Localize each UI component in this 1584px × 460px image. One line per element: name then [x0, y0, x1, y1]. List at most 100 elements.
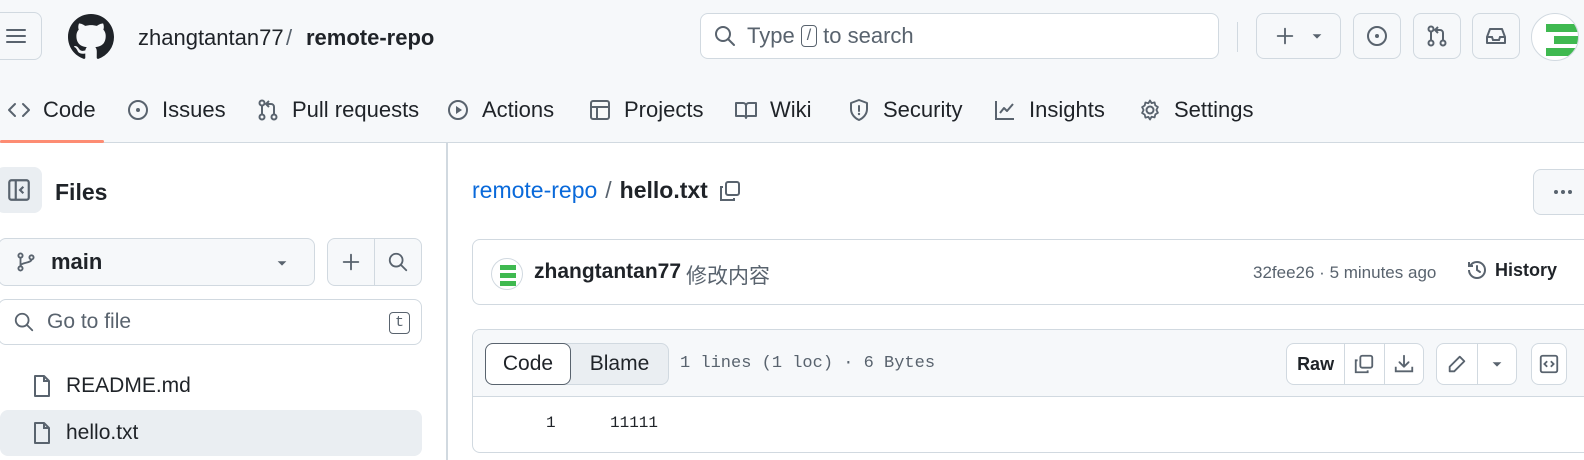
file-icon [34, 375, 50, 397]
tab-settings[interactable]: Settings [1138, 90, 1254, 130]
breadcrumb-separator: / [286, 25, 293, 50]
download-button[interactable] [1383, 344, 1423, 384]
commit-message[interactable]: 修改内容 [686, 260, 770, 290]
file-tree-item-readme[interactable]: README.md [0, 363, 422, 409]
tab-issues[interactable]: Issues [126, 90, 226, 130]
create-new-button[interactable] [1256, 13, 1341, 59]
pencil-icon [1448, 355, 1466, 373]
tab-label: Security [883, 97, 963, 122]
tab-label: Actions [482, 97, 555, 122]
tab-label: Wiki [770, 97, 812, 122]
raw-button[interactable]: Raw [1287, 344, 1344, 384]
latest-commit-box: zhangtantan77 修改内容 32fee26 · 5 minutes a… [472, 239, 1584, 305]
code-square-icon [1539, 354, 1559, 374]
active-tab-indicator [0, 140, 104, 143]
repo-link[interactable]: remote-repo [306, 24, 434, 52]
inbox-icon [1486, 28, 1506, 44]
tab-pull-requests[interactable]: Pull requests [256, 90, 419, 130]
symbols-panel-button[interactable] [1531, 343, 1567, 385]
triangle-down-icon [277, 261, 287, 266]
commit-sha[interactable]: 32fee26 [1253, 263, 1314, 282]
tab-security[interactable]: Security [847, 90, 962, 130]
gear-icon [1141, 99, 1159, 121]
line-content: 11111 [610, 414, 659, 432]
branch-name: main [51, 249, 103, 274]
kebab-horizontal-icon [1554, 190, 1572, 194]
github-logo-icon[interactable] [68, 14, 114, 60]
user-avatar[interactable] [1531, 13, 1579, 61]
tab-label: Insights [1029, 97, 1105, 122]
git-pull-request-icon [1427, 25, 1447, 47]
book-icon [735, 102, 757, 119]
code-view-button[interactable]: Code [485, 343, 571, 385]
edit-options-button[interactable] [1476, 344, 1516, 384]
go-to-file-input[interactable]: Go to file t [0, 299, 422, 345]
download-icon [1394, 354, 1413, 373]
inbox-button[interactable] [1472, 13, 1520, 59]
tab-label: Code [43, 97, 96, 122]
tab-wiki[interactable]: Wiki [734, 90, 812, 130]
tab-label: Settings [1174, 97, 1254, 122]
tab-label: Pull requests [292, 97, 420, 122]
tab-code[interactable]: Code [7, 90, 96, 130]
copy-icon[interactable] [718, 179, 742, 203]
file-actions-group [327, 238, 422, 286]
search-files-button[interactable] [374, 239, 421, 285]
git-branch-icon [17, 252, 35, 272]
commit-time: 5 minutes ago [1329, 263, 1437, 282]
tab-actions[interactable]: Actions [446, 90, 554, 130]
edit-file-button[interactable] [1437, 344, 1477, 384]
path-separator: / [605, 177, 612, 203]
go-to-file-shortcut: t [389, 312, 411, 334]
line-number[interactable]: 1 [546, 414, 556, 432]
search-placeholder-prefix: Type [747, 23, 795, 48]
collapse-sidebar-button[interactable] [0, 167, 42, 213]
play-icon [448, 100, 468, 120]
owner-link[interactable]: zhangtantan77 [138, 24, 284, 52]
copy-raw-button[interactable] [1344, 344, 1383, 384]
file-meta: 1 lines (1 loc) · 6 Bytes [680, 354, 936, 373]
repo-root-link[interactable]: remote-repo [472, 177, 597, 204]
symbols-toggle[interactable] [1532, 344, 1566, 384]
go-to-file-placeholder: Go to file [47, 310, 132, 333]
pull-requests-button[interactable] [1413, 13, 1461, 59]
file-toolbar: Code Blame 1 lines (1 loc) · 6 Bytes Raw [473, 330, 1584, 397]
file-icon [34, 422, 50, 444]
tab-projects[interactable]: Projects [588, 90, 703, 130]
file-tree-item-hello[interactable]: hello.txt [0, 410, 422, 456]
identicon-icon [500, 265, 516, 286]
issue-opened-icon [1367, 26, 1387, 46]
shield-icon [850, 99, 868, 121]
edit-group [1436, 343, 1517, 385]
identicon-icon [1546, 24, 1578, 56]
add-file-button[interactable] [328, 239, 374, 285]
history-button[interactable]: History [1465, 258, 1557, 282]
issue-opened-icon [128, 100, 148, 120]
raw-copy-download-group: Raw [1286, 343, 1424, 385]
file-viewer: Code Blame 1 lines (1 loc) · 6 Bytes Raw [472, 329, 1584, 453]
commit-author-avatar[interactable] [491, 258, 523, 290]
search-icon [14, 312, 34, 332]
triangle-down-icon [1312, 34, 1321, 39]
menu-button[interactable] [0, 12, 42, 60]
tab-label: Issues [162, 97, 226, 122]
file-name: hello.txt [66, 421, 139, 444]
plus-icon [342, 253, 360, 271]
history-label: History [1495, 259, 1558, 280]
more-options-button[interactable] [1533, 169, 1584, 215]
plus-icon [1276, 27, 1293, 45]
table-icon [590, 100, 610, 120]
branch-selector[interactable]: main [0, 238, 315, 286]
sidebar-collapse-icon [8, 179, 30, 201]
blame-view-button[interactable]: Blame [571, 344, 668, 384]
commit-author[interactable]: zhangtantan77 [534, 260, 681, 284]
view-mode-toggle: Code Blame [485, 343, 669, 385]
issues-button[interactable] [1353, 13, 1401, 59]
tab-insights[interactable]: Insights [993, 90, 1105, 130]
hamburger-icon [6, 29, 26, 43]
triangle-down-icon [1492, 362, 1502, 367]
search-input[interactable]: Type / to search [700, 13, 1219, 59]
git-pull-request-icon [258, 99, 278, 121]
search-placeholder-suffix: to search [823, 23, 914, 48]
search-shortcut-key: / [800, 25, 818, 47]
